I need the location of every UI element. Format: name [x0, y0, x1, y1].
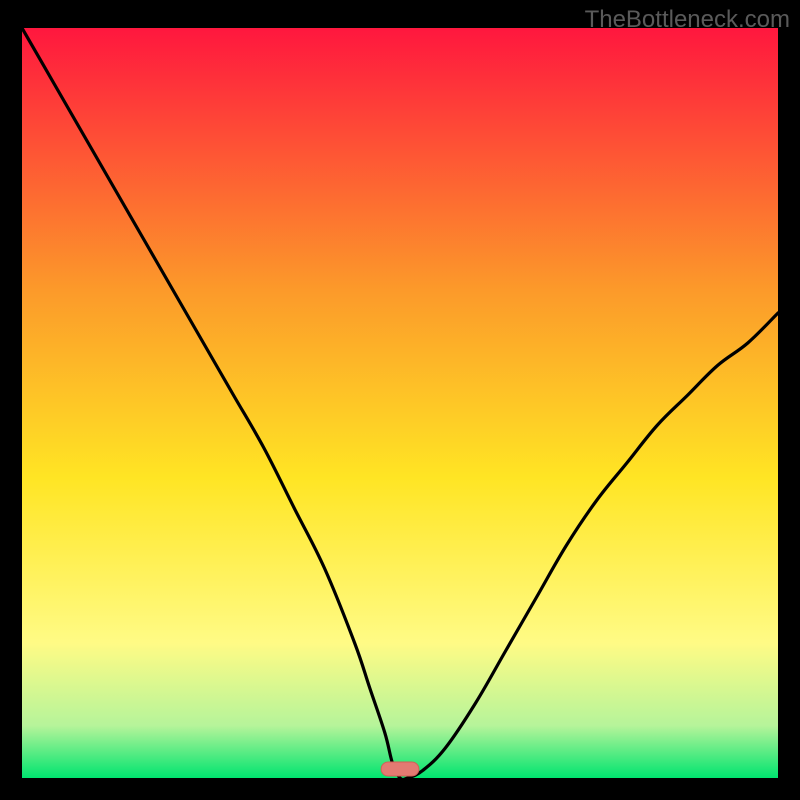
- bottleneck-chart: [22, 28, 778, 778]
- gradient-background: [22, 28, 778, 778]
- chart-svg: [22, 28, 778, 778]
- optimal-marker: [381, 762, 419, 776]
